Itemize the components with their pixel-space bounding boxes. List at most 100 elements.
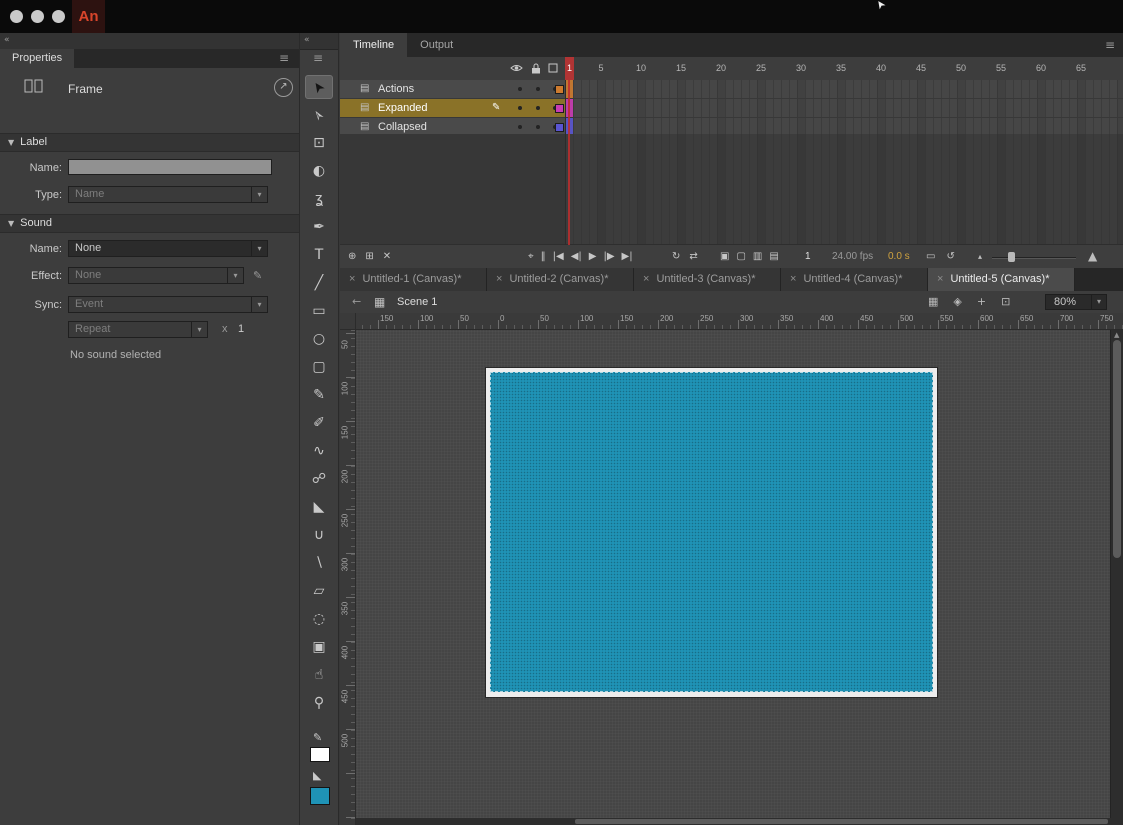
tool-paint-bucket[interactable]: ◣ <box>300 493 338 521</box>
loop-playback-icon[interactable]: ↻ <box>672 245 680 268</box>
tool-camera[interactable]: ▣ <box>300 633 338 661</box>
layer-row-expanded[interactable]: ▤Expanded✎ <box>340 99 1123 118</box>
document-tab-5[interactable]: ×Untitled-5 (Canvas)* <box>928 268 1075 291</box>
minimize-window-button[interactable] <box>31 10 44 23</box>
outline-icon[interactable] <box>548 63 558 76</box>
tool-eyedropper[interactable]: ∖ <box>300 549 338 577</box>
tool-asset-warp[interactable]: ◌ <box>300 605 338 633</box>
stroke-color-swatch[interactable] <box>310 747 330 762</box>
visibility-dot[interactable] <box>518 87 522 91</box>
step-back-icon[interactable]: ◀| <box>571 245 582 268</box>
vertical-scrollbar-thumb[interactable] <box>1113 340 1121 558</box>
layer-info[interactable]: ▤Actions <box>340 80 565 98</box>
tool-eraser[interactable]: ▱ <box>300 577 338 605</box>
vertical-scrollbar[interactable]: ▲ <box>1110 330 1123 825</box>
label-name-input[interactable] <box>68 159 272 175</box>
label-type-dropdown[interactable]: Name ▾ <box>68 186 268 203</box>
stroke-color-pencil-icon[interactable]: ✎ <box>313 731 322 744</box>
edit-multiple-frames-icon[interactable]: ▥ <box>753 245 762 268</box>
timeline-zoom-slider-thumb[interactable] <box>1008 252 1015 262</box>
onion-skin-outlines-icon[interactable]: ▢ <box>736 245 745 268</box>
tool-rectangle[interactable]: ▭ <box>300 297 338 325</box>
tool-free-transform[interactable]: ⊡ <box>300 129 338 157</box>
tool-text[interactable]: T <box>300 241 338 269</box>
horizontal-scrollbar[interactable] <box>356 818 1110 825</box>
close-tab-icon[interactable]: × <box>937 273 943 285</box>
lock-icon[interactable] <box>531 63 541 77</box>
tool-line[interactable]: ╱ <box>300 269 338 297</box>
tool-hand[interactable]: ☝ <box>300 661 338 689</box>
visibility-dot[interactable] <box>518 106 522 110</box>
edit-scene-icon[interactable]: ▦ <box>928 291 938 313</box>
timeline-zoom-slider[interactable] <box>992 257 1076 259</box>
stage-zoom-dropdown[interactable]: 80% ▾ <box>1045 294 1107 310</box>
collapse-panel-icon[interactable]: « <box>304 35 309 45</box>
horizontal-scrollbar-thumb[interactable] <box>575 819 1108 824</box>
label-section-header[interactable]: ▼Label <box>0 133 299 152</box>
new-folder-icon[interactable]: ⊞ <box>365 245 373 268</box>
close-tab-icon[interactable]: × <box>349 273 355 285</box>
modify-markers-icon[interactable]: ▤ <box>769 245 778 268</box>
tool-pencil[interactable]: ✎ <box>300 381 338 409</box>
play-range-icon[interactable]: ⇄ <box>689 245 697 268</box>
timeline-zoom-out-icon[interactable]: ▴ <box>978 245 982 268</box>
close-tab-icon[interactable]: × <box>790 273 796 285</box>
tool-classic-brush[interactable]: ✐ <box>300 409 338 437</box>
clip-content-icon[interactable]: ⊡ <box>1001 291 1010 313</box>
close-tab-icon[interactable]: × <box>643 273 649 285</box>
tool-subselection[interactable]: ➢ <box>300 101 338 129</box>
stage-fill[interactable] <box>490 372 933 692</box>
center-frame-icon[interactable]: ⌖ <box>528 245 534 268</box>
timeline-menu-icon[interactable]: ≡ <box>1105 38 1115 52</box>
layer-frames[interactable] <box>565 80 1123 98</box>
help-button[interactable]: ↗ <box>274 78 293 97</box>
close-window-button[interactable] <box>10 10 23 23</box>
document-tab-1[interactable]: ×Untitled-1 (Canvas)* <box>340 268 487 291</box>
frame-rate-indicator[interactable]: 24.00 fps <box>832 245 873 268</box>
step-forward-icon[interactable]: |▶ <box>603 245 614 268</box>
tool-bone[interactable]: ☍ <box>300 465 338 493</box>
layer-info[interactable]: ▤Expanded✎ <box>340 99 565 117</box>
tool-ink-bottle[interactable]: ∪ <box>300 521 338 549</box>
tab-timeline[interactable]: Timeline <box>340 33 407 57</box>
pasteboard[interactable] <box>356 330 1110 818</box>
tool-gradient-transform[interactable]: ◐ <box>300 157 338 185</box>
document-tab-2[interactable]: ×Untitled-2 (Canvas)* <box>487 268 634 291</box>
tool-paint-brush[interactable]: ∿ <box>300 437 338 465</box>
scene-name[interactable]: Scene 1 <box>397 291 437 313</box>
tool-pen[interactable]: ✒ <box>300 213 338 241</box>
document-tab-3[interactable]: ×Untitled-3 (Canvas)* <box>634 268 781 291</box>
delete-layer-icon[interactable]: ✕ <box>383 245 391 268</box>
pause-icon[interactable]: ‖ <box>541 245 546 268</box>
tools-menu-icon[interactable]: ≡ <box>313 51 323 65</box>
layer-row-actions[interactable]: ▤Actions <box>340 80 1123 99</box>
visibility-eye-icon[interactable] <box>510 63 523 76</box>
tool-selection[interactable]: ➤ <box>305 75 333 99</box>
edit-symbols-icon[interactable]: ◈ <box>953 291 961 313</box>
frame-ruler[interactable]: 1 5101520253035404550556065 <box>565 57 1123 80</box>
lock-dot[interactable] <box>536 125 540 129</box>
frame-grid[interactable] <box>565 134 1123 245</box>
repeat-count-value[interactable]: 1 <box>238 323 244 335</box>
close-tab-icon[interactable]: × <box>496 273 502 285</box>
sound-repeat-dropdown[interactable]: Repeat ▾ <box>68 321 208 338</box>
playhead[interactable]: 1 <box>565 57 574 80</box>
go-to-first-frame-icon[interactable]: |◀ <box>553 245 564 268</box>
play-icon[interactable]: ▶ <box>589 245 597 268</box>
sound-name-dropdown[interactable]: None ▾ <box>68 240 268 257</box>
sound-sync-dropdown[interactable]: Event ▾ <box>68 296 268 313</box>
tool-oval[interactable]: ○ <box>300 325 338 353</box>
layer-frames[interactable] <box>565 99 1123 117</box>
center-stage-icon[interactable]: + <box>977 291 986 313</box>
fill-color-bucket-icon[interactable]: ◣ <box>313 769 321 782</box>
visibility-dot[interactable] <box>518 125 522 129</box>
edit-effect-pencil-icon[interactable]: ✎ <box>253 269 262 282</box>
back-arrow-icon[interactable]: ← <box>352 291 361 313</box>
scroll-up-arrow-icon[interactable]: ▲ <box>1114 331 1119 339</box>
frame-range-icon[interactable]: ▭ <box>926 245 935 268</box>
document-tab-4[interactable]: ×Untitled-4 (Canvas)* <box>781 268 928 291</box>
panel-menu-icon[interactable]: ≡ <box>279 51 289 65</box>
tool-lasso[interactable]: ʓ <box>300 185 338 213</box>
timeline-zoom-in-icon[interactable]: ▲ <box>1088 245 1097 268</box>
tool-zoom[interactable]: ⚲ <box>300 689 338 717</box>
